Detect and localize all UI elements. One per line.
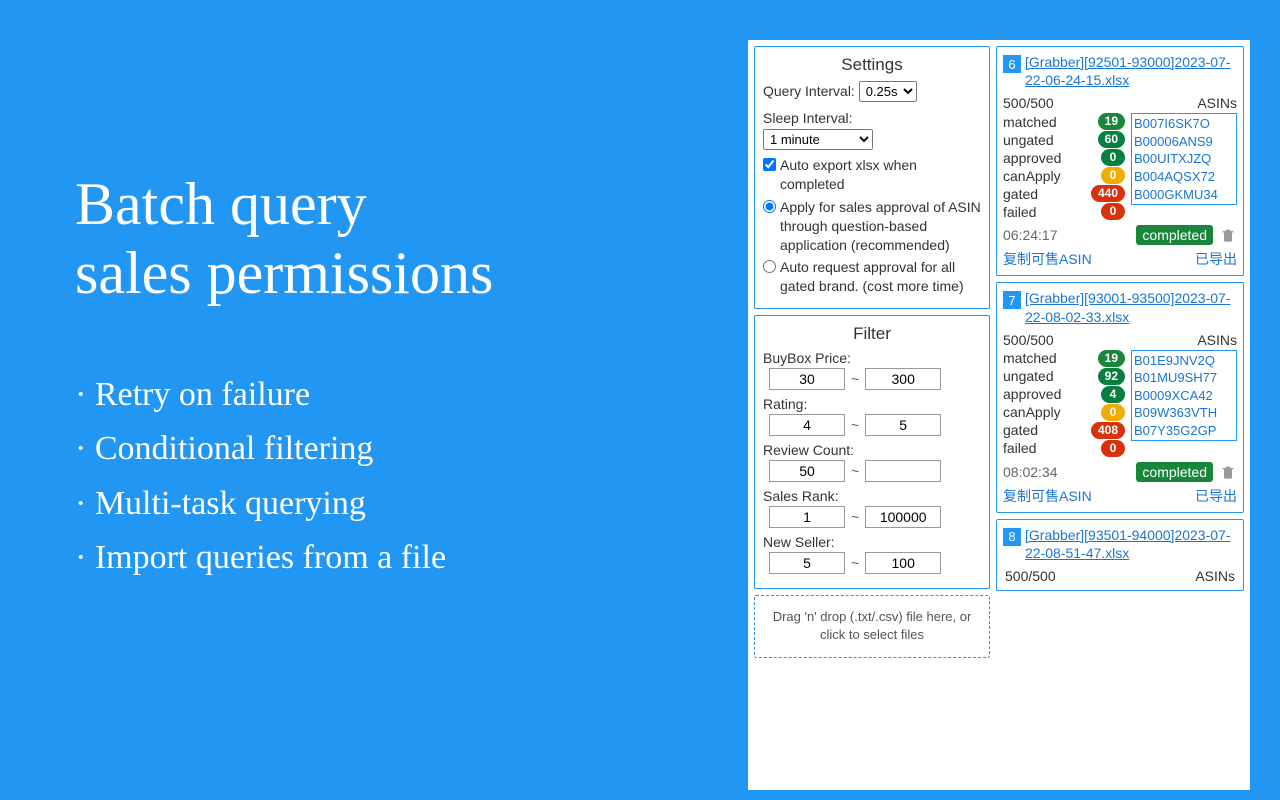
stat-label: gated: [1003, 186, 1038, 202]
auto-export-checkbox[interactable]: [763, 158, 776, 171]
task-number: 6: [1003, 55, 1021, 73]
stat-pill: 4: [1101, 386, 1125, 403]
filter-panel: Filter BuyBox Price: ~ Rating: ~ Review …: [754, 315, 990, 589]
asin-item[interactable]: B07Y35G2GP: [1134, 422, 1234, 440]
feature-list: Retry on failure Conditional filtering M…: [75, 368, 493, 586]
seller-min-input[interactable]: [769, 552, 845, 574]
marketing-copy: Batch query sales permissions Retry on f…: [75, 170, 493, 586]
task-number: 8: [1003, 528, 1021, 546]
stat-pill: 0: [1101, 149, 1125, 166]
query-interval-label: Query Interval:: [763, 83, 855, 99]
stat-label: ungated: [1003, 132, 1054, 148]
feature-item: Multi-task querying: [75, 477, 493, 531]
filter-title: Filter: [763, 324, 981, 344]
asin-item[interactable]: B000GKMU34: [1134, 186, 1234, 204]
stat-label: matched: [1003, 114, 1057, 130]
settings-panel: Settings Query Interval: 0.25s Sleep Int…: [754, 46, 990, 309]
feature-item: Conditional filtering: [75, 422, 493, 476]
stat-label: matched: [1003, 350, 1057, 366]
task-card: 8[Grabber][93501-94000]2023-07-22-08-51-…: [996, 519, 1244, 591]
auto-export-row[interactable]: Auto export xlsx when completed: [763, 156, 981, 194]
stat-pill: 0: [1101, 404, 1125, 421]
feature-item: Import queries from a file: [75, 531, 493, 585]
asin-item[interactable]: B00UITXJZQ: [1134, 150, 1234, 168]
task-card: 6[Grabber][92501-93000]2023-07-22-06-24-…: [996, 46, 1244, 276]
asin-item[interactable]: B09W363VTH: [1134, 404, 1234, 422]
delete-icon[interactable]: [1219, 226, 1237, 244]
review-min-input[interactable]: [769, 460, 845, 482]
review-label: Review Count:: [763, 442, 981, 458]
status-badge: completed: [1136, 462, 1213, 482]
sleep-interval-select[interactable]: 1 minute: [763, 129, 873, 150]
asin-item[interactable]: B004AQSX72: [1134, 168, 1234, 186]
query-interval-select[interactable]: 0.25s: [859, 81, 917, 102]
seller-label: New Seller:: [763, 534, 981, 550]
copy-asin-link[interactable]: 复制可售ASIN: [1003, 486, 1092, 506]
asin-item[interactable]: B007I6SK7O: [1134, 115, 1234, 133]
stat-label: approved: [1003, 386, 1061, 402]
stat-pill: 19: [1098, 350, 1125, 367]
task-timestamp: 06:24:17: [1003, 227, 1130, 243]
stat-label: failed: [1003, 440, 1036, 456]
task-file-link[interactable]: [Grabber][92501-93000]2023-07-22-06-24-1…: [1025, 53, 1237, 89]
exported-link[interactable]: 已导出: [1195, 486, 1237, 506]
stat-label: gated: [1003, 422, 1038, 438]
rating-max-input[interactable]: [865, 414, 941, 436]
delete-icon[interactable]: [1219, 463, 1237, 481]
stat-label: canApply: [1003, 168, 1061, 184]
asins-label: ASINs: [1131, 95, 1237, 111]
stat-pill: 19: [1098, 113, 1125, 130]
stat-pill: 92: [1098, 368, 1125, 385]
buybox-min-input[interactable]: [769, 368, 845, 390]
approval-auto-row[interactable]: Auto request approval for all gated bran…: [763, 258, 981, 296]
approval-question-radio[interactable]: [763, 200, 776, 213]
stat-pill: 440: [1091, 185, 1125, 202]
feature-item: Retry on failure: [75, 368, 493, 422]
app-window: Settings Query Interval: 0.25s Sleep Int…: [748, 40, 1250, 790]
task-file-link[interactable]: [Grabber][93501-94000]2023-07-22-08-51-4…: [1025, 526, 1237, 562]
stat-label: approved: [1003, 150, 1061, 166]
task-number: 7: [1003, 291, 1021, 309]
asin-item[interactable]: B00006ANS9: [1134, 133, 1234, 151]
approval-question-row[interactable]: Apply for sales approval of ASIN through…: [763, 198, 981, 255]
stat-pill: 0: [1101, 167, 1125, 184]
task-progress: 500/500: [1003, 332, 1125, 348]
exported-link[interactable]: 已导出: [1195, 249, 1237, 269]
task-progress: 500/500: [1003, 95, 1125, 111]
status-badge: completed: [1136, 225, 1213, 245]
asin-item[interactable]: B01MU9SH77: [1134, 369, 1234, 387]
buybox-max-input[interactable]: [865, 368, 941, 390]
asins-label: ASINs: [1131, 332, 1237, 348]
asin-item[interactable]: B0009XCA42: [1134, 387, 1234, 405]
task-card: 7[Grabber][93001-93500]2023-07-22-08-02-…: [996, 282, 1244, 512]
rank-label: Sales Rank:: [763, 488, 981, 504]
rank-max-input[interactable]: [865, 506, 941, 528]
asins-label: ASINs: [1195, 568, 1235, 584]
approval-auto-radio[interactable]: [763, 260, 776, 273]
stat-label: failed: [1003, 204, 1036, 220]
stat-label: canApply: [1003, 404, 1061, 420]
stat-pill: 0: [1101, 203, 1125, 220]
asin-item[interactable]: B01E9JNV2Q: [1134, 352, 1234, 370]
rating-label: Rating:: [763, 396, 981, 412]
task-timestamp: 08:02:34: [1003, 464, 1130, 480]
task-progress: 500/500: [1005, 568, 1056, 584]
seller-max-input[interactable]: [865, 552, 941, 574]
headline: Batch query sales permissions: [75, 170, 493, 308]
stat-pill: 0: [1101, 440, 1125, 457]
rank-min-input[interactable]: [769, 506, 845, 528]
settings-title: Settings: [763, 55, 981, 75]
stat-pill: 408: [1091, 422, 1125, 439]
file-dropzone[interactable]: Drag 'n' drop (.txt/.csv) file here, or …: [754, 595, 990, 657]
sleep-interval-label: Sleep Interval:: [763, 108, 981, 129]
copy-asin-link[interactable]: 复制可售ASIN: [1003, 249, 1092, 269]
stat-label: ungated: [1003, 368, 1054, 384]
asins-box[interactable]: B01E9JNV2QB01MU9SH77B0009XCA42B09W363VTH…: [1131, 350, 1237, 442]
stat-pill: 60: [1098, 131, 1125, 148]
task-file-link[interactable]: [Grabber][93001-93500]2023-07-22-08-02-3…: [1025, 289, 1237, 325]
rating-min-input[interactable]: [769, 414, 845, 436]
review-max-input[interactable]: [865, 460, 941, 482]
buybox-label: BuyBox Price:: [763, 350, 981, 366]
asins-box[interactable]: B007I6SK7OB00006ANS9B00UITXJZQB004AQSX72…: [1131, 113, 1237, 205]
